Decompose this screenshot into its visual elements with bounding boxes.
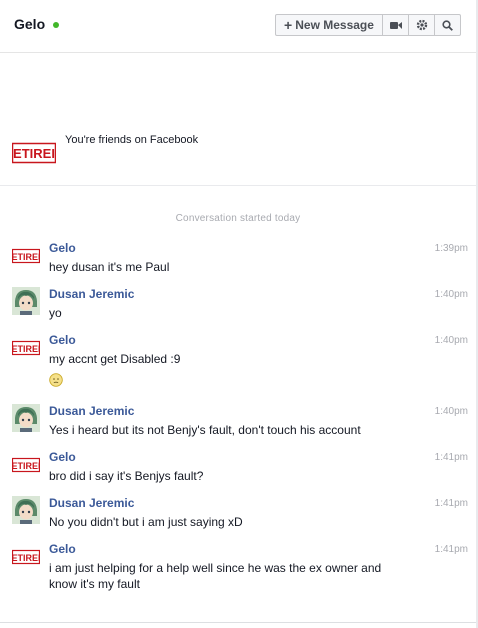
avatar[interactable] (12, 404, 40, 432)
message-text: i am just helping for a help well since … (49, 561, 382, 591)
contact-name[interactable]: Gelo (14, 16, 45, 32)
message-text: my accnt get Disabled :9 (49, 352, 181, 366)
anime-avatar-image (12, 287, 40, 315)
avatar[interactable]: ETIREI (11, 450, 41, 478)
gear-icon (416, 19, 427, 31)
avatar[interactable]: ETIREI (11, 542, 41, 570)
composer-divider (0, 622, 476, 623)
retired-avatar-image: ETIREI (11, 241, 41, 269)
video-camera-icon (389, 21, 402, 29)
new-message-button[interactable]: + New Message (276, 15, 383, 35)
search-button[interactable] (435, 15, 460, 35)
message-time: 1:39pm (434, 243, 468, 254)
video-call-button[interactable] (383, 15, 409, 35)
svg-text:ETIREI: ETIREI (12, 461, 40, 471)
avatar[interactable]: ETIREI (11, 333, 41, 361)
sender-name[interactable]: Gelo (49, 333, 76, 347)
conversation-header: Gelo + New Message (0, 0, 476, 53)
settings-button[interactable] (409, 15, 435, 35)
friends-on-facebook-text: You're friends on Facebook (65, 134, 199, 146)
avatar[interactable]: ETIREI (11, 241, 41, 269)
anime-avatar-image (12, 496, 40, 524)
sender-name[interactable]: Gelo (49, 542, 76, 556)
message-time: 1:40pm (434, 289, 468, 300)
contact-profile-picture[interactable]: ETIREI (11, 140, 57, 166)
sender-name[interactable]: Dusan Jeremic (49, 496, 134, 510)
avatar[interactable] (12, 496, 40, 524)
header-toolbar: + New Message (275, 14, 461, 36)
message-text: No you didn't but i am just saying xD (49, 515, 243, 529)
message-time: 1:41pm (434, 498, 468, 509)
retired-stamp-image: ETIREI (11, 140, 57, 166)
svg-text:ETIREI: ETIREI (13, 146, 55, 161)
svg-text:ETIREI: ETIREI (12, 252, 40, 262)
retired-avatar-image: ETIREI (11, 450, 41, 478)
new-message-label: New Message (295, 18, 374, 32)
svg-text:ETIREI: ETIREI (12, 553, 40, 563)
sender-name[interactable]: Dusan Jeremic (49, 287, 134, 301)
avatar[interactable] (12, 287, 40, 315)
confused-emoji-icon (49, 373, 63, 387)
search-icon (442, 19, 453, 31)
retired-avatar-image: ETIREI (11, 333, 41, 361)
message-text: yo (49, 306, 62, 320)
message-time: 1:40pm (434, 335, 468, 346)
sender-name[interactable]: Gelo (49, 450, 76, 464)
conversation-started-label: Conversation started today (175, 213, 301, 224)
anime-avatar-image (12, 404, 40, 432)
retired-avatar-image: ETIREI (11, 542, 41, 570)
message-text: Yes i heard but its not Benjy's fault, d… (49, 423, 361, 437)
plus-icon: + (284, 17, 293, 33)
svg-text:ETIREI: ETIREI (12, 344, 40, 354)
message-time: 1:40pm (434, 406, 468, 417)
message-time: 1:41pm (434, 544, 468, 555)
sender-name[interactable]: Dusan Jeremic (49, 404, 134, 418)
message-text: hey dusan it's me Paul (49, 260, 170, 274)
message-time: 1:41pm (434, 452, 468, 463)
online-status-icon (53, 22, 59, 28)
friends-notice: ETIREI You're friends on Facebook (0, 126, 476, 186)
message-text: bro did i say it's Benjys fault? (49, 469, 204, 483)
sender-name[interactable]: Gelo (49, 241, 76, 255)
